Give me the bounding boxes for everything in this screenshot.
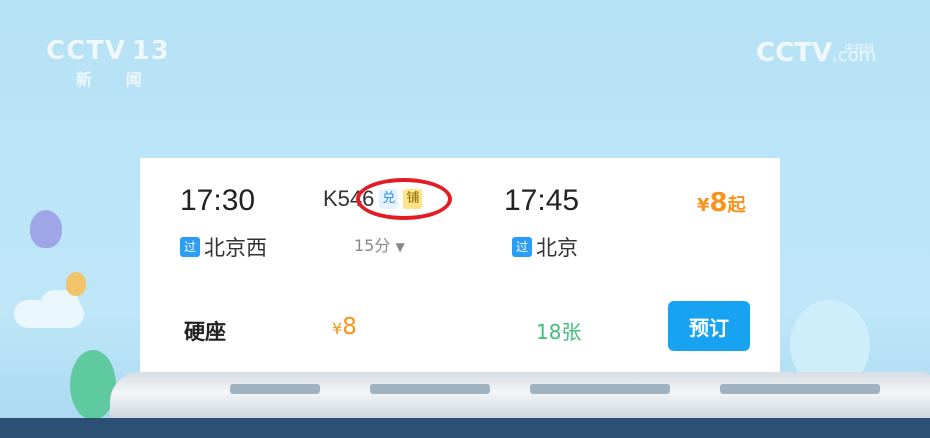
cctv-com-logo: CCTV.com 央视网	[756, 38, 877, 68]
pass-through-badge: 过	[180, 237, 200, 257]
balloon-decoration	[30, 210, 62, 248]
highlight-circle	[356, 178, 452, 220]
arrive-time: 17:45	[504, 184, 580, 217]
tickets-remaining: 18张	[536, 320, 582, 344]
ground-decoration	[0, 418, 930, 438]
seat-type: 硬座	[184, 320, 226, 344]
pass-through-badge: 过	[512, 237, 532, 257]
seat-price: ¥8	[332, 314, 357, 340]
ticket-card[interactable]: 17:30 过 北京西 K546 兑 铺 15分 ▼ 17:45 过 北京 ¥8…	[140, 158, 780, 372]
depart-station-name: 北京西	[204, 236, 267, 260]
depart-time: 17:30	[180, 184, 256, 217]
train-decoration	[110, 372, 930, 424]
depart-station: 过 北京西	[180, 232, 267, 262]
duration-toggle[interactable]: 15分 ▼	[354, 232, 405, 256]
duration-text: 15分	[354, 236, 391, 255]
arrive-station-name: 北京	[536, 236, 578, 260]
book-button[interactable]: 预订	[668, 301, 750, 351]
lowest-price: ¥8起	[697, 188, 746, 218]
cctv13-news-logo: CCTV 13 新 闻	[46, 36, 170, 89]
caret-down-icon: ▼	[395, 240, 405, 254]
balloon-decoration	[66, 272, 86, 296]
arrive-station: 过 北京	[512, 232, 578, 262]
